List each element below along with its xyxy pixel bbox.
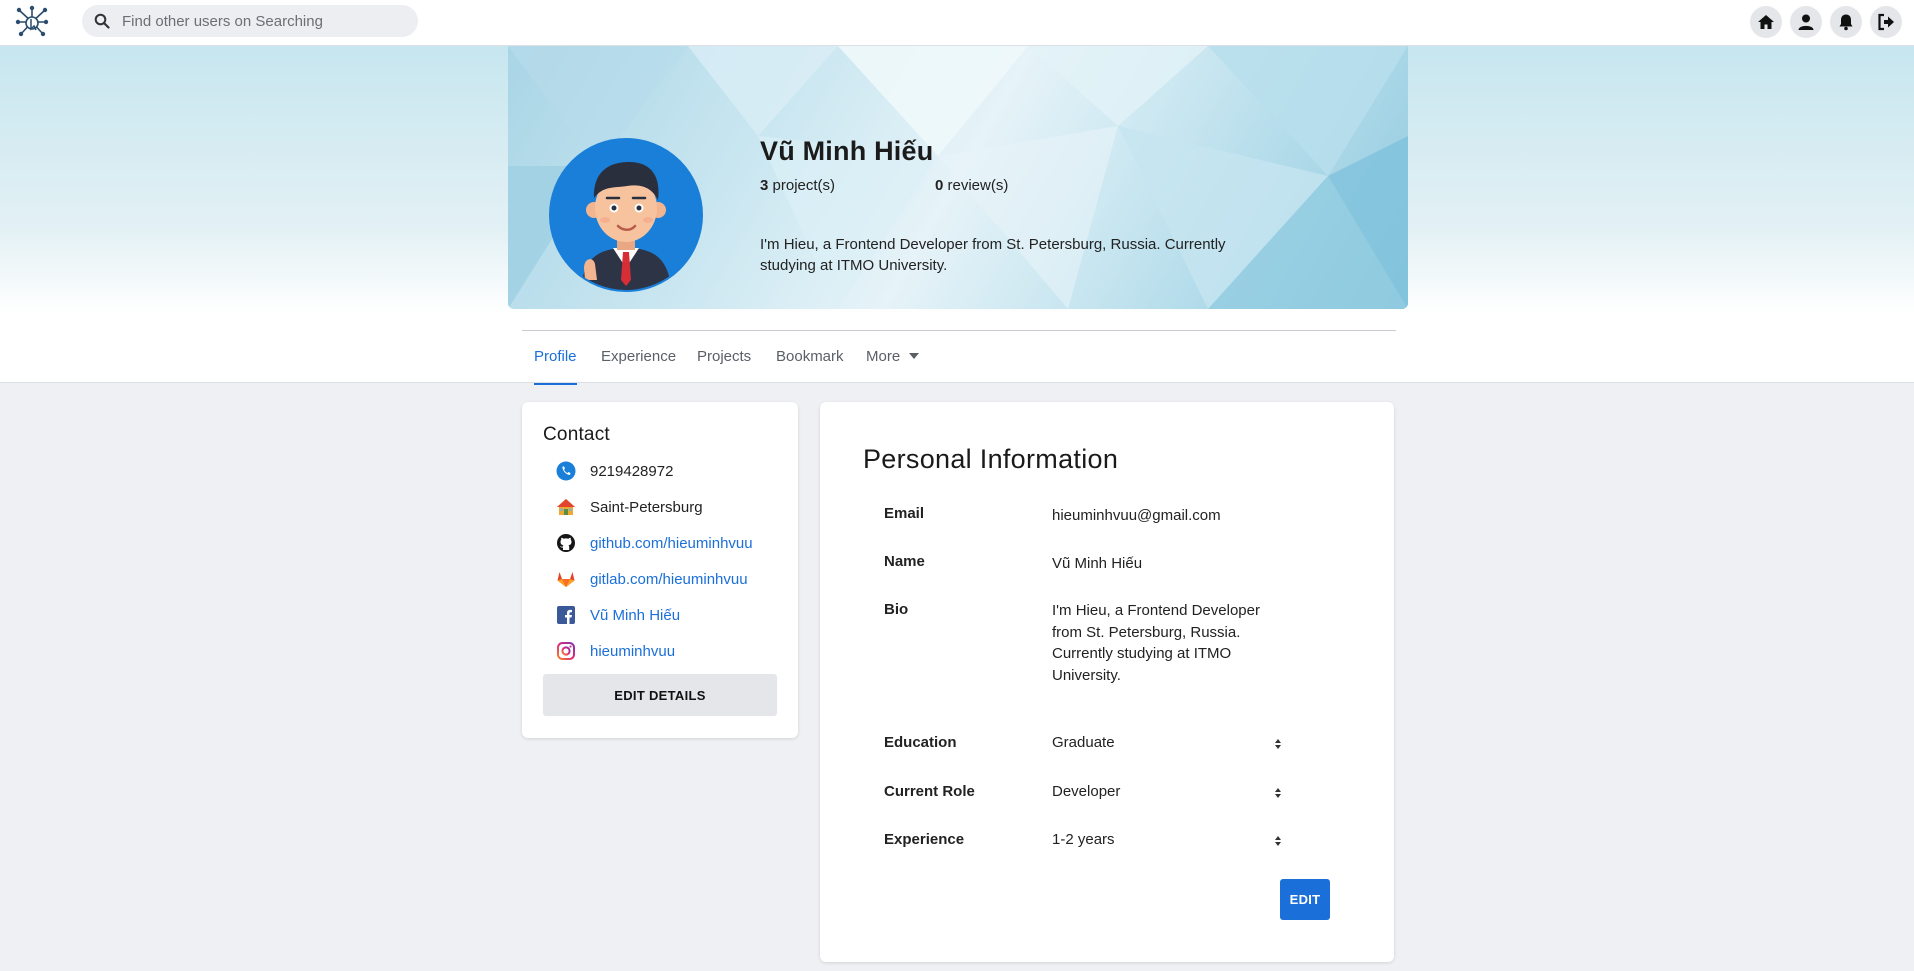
- personal-info-title: Personal Information: [863, 444, 1119, 474]
- contact-city: Saint-Petersburg: [556, 496, 703, 518]
- profile-name: Vũ Minh Hiếu: [760, 136, 934, 166]
- projects-stat[interactable]: 3 project(s): [760, 177, 935, 194]
- profile-stats: 3 project(s) 0 review(s): [760, 177, 1008, 194]
- instagram-icon: [556, 641, 576, 661]
- name-label: Name: [884, 553, 925, 570]
- tab-experience[interactable]: Experience: [601, 331, 676, 385]
- app-logo-icon[interactable]: [14, 4, 50, 40]
- experience-select[interactable]: 1-2 years: [1052, 831, 1282, 855]
- contact-title: Contact: [543, 424, 610, 445]
- contact-gitlab[interactable]: gitlab.com/hieuminhvuu: [556, 568, 748, 590]
- nav-icons: [1750, 6, 1902, 38]
- education-label: Education: [884, 734, 957, 751]
- gitlab-link[interactable]: gitlab.com/hieuminhvuu: [590, 571, 748, 588]
- reviews-count: 0: [935, 177, 944, 194]
- github-link[interactable]: github.com/hieuminhvuu: [590, 535, 753, 552]
- edit-details-button[interactable]: EDIT DETAILS: [543, 674, 777, 716]
- profile-tabs: Profile Experience Projects Bookmark Mor…: [522, 330, 1396, 385]
- tab-profile[interactable]: Profile: [534, 331, 577, 385]
- current-role-value: Developer: [1052, 783, 1121, 800]
- email-value: hieuminhvuu@gmail.com: [1052, 507, 1221, 524]
- projects-label: project(s): [772, 177, 836, 194]
- gitlab-icon: [556, 569, 576, 589]
- city: Saint-Petersburg: [590, 498, 703, 516]
- name-value: Vũ Minh Hiếu: [1052, 555, 1143, 572]
- experience-label: Experience: [884, 831, 965, 848]
- user-icon[interactable]: [1790, 6, 1822, 38]
- current-role-label: Current Role: [884, 783, 975, 800]
- tab-bookmark[interactable]: Bookmark: [776, 331, 844, 385]
- profile-header: Vũ Minh Hiếu 3 project(s) 0 review(s) I'…: [0, 46, 1914, 385]
- experience-value: 1-2 years: [1052, 831, 1115, 848]
- select-arrows-icon: [1274, 787, 1282, 801]
- education-value: Graduate: [1052, 734, 1115, 751]
- current-role-select[interactable]: Developer: [1052, 783, 1282, 807]
- phone-number: 9219428972: [590, 462, 674, 480]
- projects-count: 3: [760, 177, 769, 194]
- home-icon[interactable]: [1750, 6, 1782, 38]
- contact-facebook[interactable]: Vũ Minh Hiếu: [556, 604, 680, 626]
- search-icon: [94, 13, 110, 29]
- personal-info-card: Personal Information Email hieuminhvuu@g…: [820, 402, 1394, 962]
- avatar: [549, 138, 703, 292]
- profile-bio: I'm Hieu, a Frontend Developer from St. …: [760, 236, 1226, 274]
- tab-more-label: More: [866, 348, 901, 365]
- instagram-link[interactable]: hieuminhvuu: [590, 643, 675, 660]
- tab-projects[interactable]: Projects: [697, 331, 751, 385]
- caret-down-icon: [909, 353, 920, 360]
- top-navbar: [0, 0, 1914, 46]
- bio-value: I'm Hieu, a Frontend Developer from St. …: [1052, 602, 1260, 684]
- github-icon: [556, 533, 576, 553]
- tab-more[interactable]: More: [866, 331, 920, 385]
- logout-icon[interactable]: [1870, 6, 1902, 38]
- reviews-stat[interactable]: 0 review(s): [935, 177, 1008, 194]
- select-arrows-icon: [1274, 738, 1282, 752]
- contact-card: Contact 9219428972 Saint-Petersburg gith…: [522, 402, 798, 738]
- phone-icon: [556, 461, 576, 481]
- select-arrows-icon: [1274, 835, 1282, 849]
- contact-instagram[interactable]: hieuminhvuu: [556, 640, 675, 662]
- facebook-icon: [556, 605, 576, 625]
- contact-phone: 9219428972: [556, 460, 673, 482]
- search-input[interactable]: [122, 5, 412, 37]
- email-label: Email: [884, 505, 925, 522]
- bio-label: Bio: [884, 601, 909, 618]
- edit-button[interactable]: EDIT: [1280, 879, 1330, 920]
- contact-github[interactable]: github.com/hieuminhvuu: [556, 532, 753, 554]
- reviews-label: review(s): [947, 177, 1009, 194]
- education-select[interactable]: Graduate: [1052, 734, 1282, 758]
- facebook-link[interactable]: Vũ Minh Hiếu: [590, 607, 680, 624]
- search-bar[interactable]: [82, 5, 418, 37]
- house-icon: [556, 497, 576, 517]
- bell-icon[interactable]: [1830, 6, 1862, 38]
